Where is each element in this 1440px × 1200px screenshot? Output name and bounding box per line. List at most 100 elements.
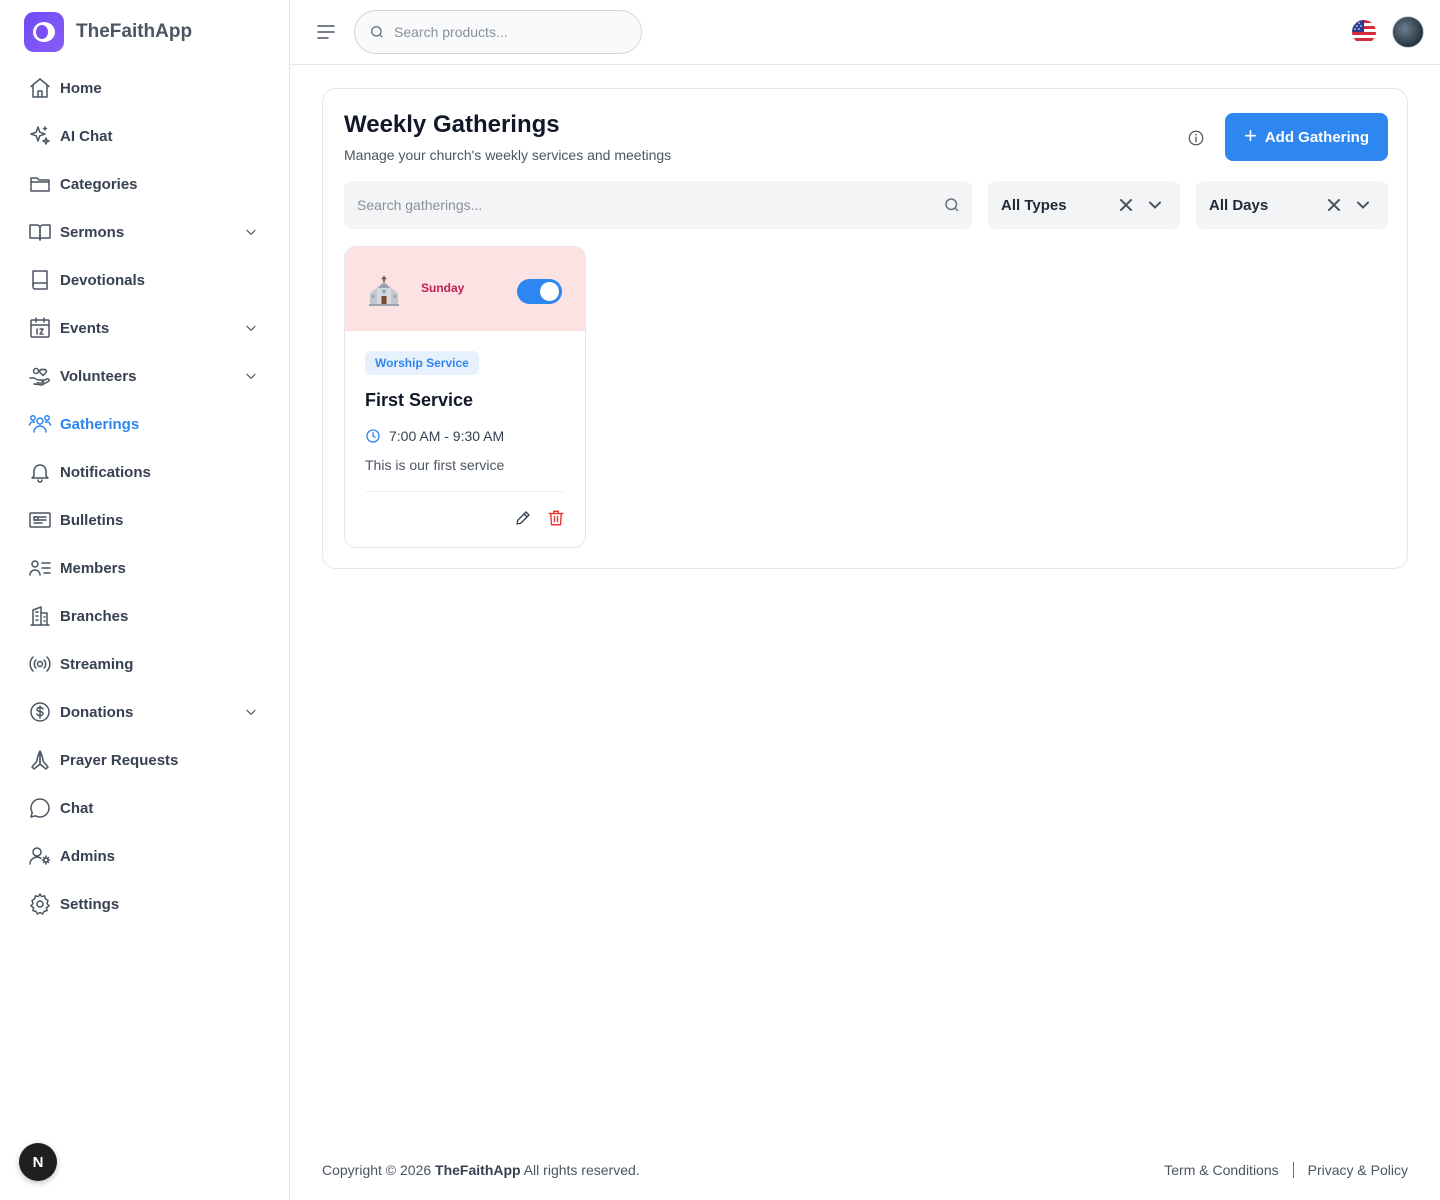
app-logo-icon [24, 12, 64, 52]
user-avatar[interactable] [1392, 16, 1424, 48]
copyright-suffix: All rights reserved. [523, 1162, 640, 1178]
product-search-input[interactable] [394, 24, 614, 40]
sidebar-item-devotionals[interactable]: Devotionals [24, 256, 268, 304]
add-gathering-label: Add Gathering [1264, 128, 1370, 146]
search-icon [371, 26, 383, 38]
app-name: TheFaithApp [76, 21, 193, 42]
chevron-down-icon [246, 709, 256, 715]
privacy-link[interactable]: Privacy & Policy [1308, 1162, 1408, 1178]
day-filter-value: All Days [1209, 196, 1269, 214]
gathering-time: 7:00 AM - 9:30 AM [365, 428, 504, 444]
gathering-search[interactable] [344, 181, 972, 229]
sidebar-item-notifications[interactable]: Notifications [24, 448, 268, 496]
chevron-down-icon [246, 229, 256, 235]
users-icon [28, 415, 52, 433]
gear-icon [30, 893, 50, 915]
sidebar-item-events[interactable]: Events [24, 304, 268, 352]
topbar [290, 0, 1440, 65]
add-gathering-button[interactable]: + Add Gathering [1225, 113, 1388, 161]
building-icon [30, 606, 50, 626]
chevron-down-icon[interactable] [1356, 198, 1370, 212]
sidebar-item-chat[interactable]: Chat [24, 784, 268, 832]
copyright: Copyright © 2026 TheFaithApp All rights … [322, 1162, 640, 1178]
folder-icon [30, 177, 50, 192]
sidebar-item-label: Sermons [60, 223, 125, 241]
copyright-prefix: Copyright © 2026 [322, 1162, 432, 1178]
sidebar-item-label: Settings [60, 895, 120, 913]
sidebar-item-branches[interactable]: Branches [24, 592, 268, 640]
sidebar-item-members[interactable]: Members [24, 544, 268, 592]
bell-icon [31, 464, 49, 483]
search-icon [945, 198, 959, 212]
sidebar-item-gatherings[interactable]: Gatherings [24, 400, 268, 448]
footer-divider [1292, 1162, 1294, 1178]
type-filter-value: All Types [1001, 196, 1067, 214]
sidebar-item-donations[interactable]: Donations [24, 688, 268, 736]
info-icon[interactable] [1187, 129, 1205, 147]
chevron-down-icon[interactable] [1148, 198, 1162, 212]
gathering-active-toggle[interactable] [517, 279, 562, 304]
sidebar-item-streaming[interactable]: Streaming [24, 640, 268, 688]
sidebar-item-label: Events [60, 319, 110, 337]
type-filter-select[interactable]: All Types [988, 181, 1180, 229]
sidebar-item-home[interactable]: Home [24, 64, 268, 112]
sidebar-item-categories[interactable]: Categories [24, 160, 268, 208]
sparkle-icon [30, 126, 50, 145]
footer-links: Term & Conditions Privacy & Policy [1164, 1162, 1408, 1178]
sidebar-item-sermons[interactable]: Sermons [24, 208, 268, 256]
gathering-time-text: 7:00 AM - 9:30 AM [389, 428, 505, 444]
delete-icon[interactable] [547, 509, 565, 527]
sidebar-item-bulletins[interactable]: Bulletins [24, 496, 268, 544]
book-open-icon [29, 224, 51, 241]
sidebar-item-label: Members [60, 559, 126, 577]
page-title: Weekly Gatherings [344, 111, 560, 138]
day-filter-select[interactable]: All Days [1196, 181, 1388, 229]
broadcast-icon [29, 656, 51, 672]
sidebar-item-label: Prayer Requests [60, 751, 179, 769]
sidebar-item-label: Donations [60, 703, 134, 721]
sidebar-item-label: Home [60, 79, 102, 97]
chevron-down-icon [246, 325, 256, 331]
plus-icon: + [1243, 123, 1257, 148]
card-divider [365, 491, 565, 492]
sidebar-item-label: Categories [60, 175, 138, 193]
clear-icon[interactable] [1119, 198, 1133, 212]
sidebar-item-label: Streaming [60, 655, 134, 673]
sidebar-item-volunteers[interactable]: Volunteers [24, 352, 268, 400]
sidebar-item-label: Gatherings [60, 415, 140, 433]
hand-heart-icon [29, 367, 50, 386]
chevron-down-icon [246, 373, 256, 379]
home-icon [30, 78, 50, 98]
gathering-search-input[interactable] [344, 197, 943, 213]
sidebar-item-prayer-requests[interactable]: Prayer Requests [24, 736, 268, 784]
brand[interactable]: TheFaithApp [24, 12, 192, 52]
book-icon [32, 270, 48, 290]
product-search[interactable] [354, 10, 642, 54]
gatherings-panel: Weekly Gatherings Manage your church's w… [322, 88, 1408, 569]
clear-icon[interactable] [1327, 198, 1341, 212]
dev-badge[interactable]: N [19, 1143, 57, 1181]
gathering-description: This is our first service [365, 457, 505, 473]
sidebar-item-label: Notifications [60, 463, 151, 481]
sidebar-item-ai-chat[interactable]: AI Chat [24, 112, 268, 160]
sidebar-nav: Home AI Chat Categories Sermons Devotion… [24, 64, 268, 928]
sidebar-item-admins[interactable]: Admins [24, 832, 268, 880]
calendar-icon [30, 317, 50, 338]
edit-icon[interactable] [514, 509, 532, 527]
terms-link[interactable]: Term & Conditions [1164, 1162, 1278, 1178]
church-icon [369, 276, 399, 306]
sidebar-item-label: Chat [60, 799, 94, 817]
dollar-circle-icon [30, 702, 50, 722]
gathering-card-header: Sunday [345, 247, 585, 331]
sidebar-item-label: Branches [60, 607, 129, 625]
us-flag-icon[interactable] [1352, 20, 1376, 44]
gathering-day: Sunday [421, 281, 465, 295]
sidebar-item-settings[interactable]: Settings [24, 880, 268, 928]
clock-icon [366, 429, 380, 443]
user-gear-icon [29, 847, 51, 865]
copyright-brand: TheFaithApp [435, 1162, 521, 1178]
sidebar: TheFaithApp Home AI Chat Categories Serm… [0, 0, 290, 1200]
menu-icon[interactable] [316, 22, 336, 42]
sidebar-item-label: Admins [60, 847, 116, 865]
newspaper-icon [29, 512, 51, 528]
